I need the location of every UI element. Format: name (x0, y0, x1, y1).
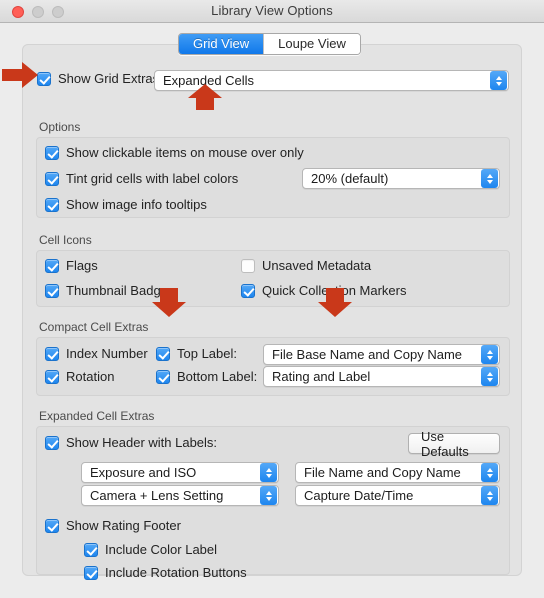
show-image-info-tooltips-label: Show image info tooltips (66, 197, 207, 212)
checkbox-box (84, 542, 98, 557)
options-panel: Show Grid Extras: Expanded Cells Options… (22, 44, 522, 580)
tab-grid-view[interactable]: Grid View (179, 34, 264, 54)
tab-loupe-view[interactable]: Loupe View (263, 34, 360, 54)
bottom-label-popup[interactable]: Rating and Label (263, 366, 500, 387)
show-clickable-items-checkbox[interactable]: Show clickable items on mouse over only (45, 145, 304, 160)
top-label-popup[interactable]: File Base Name and Copy Name (263, 344, 500, 365)
show-grid-extras-checkbox[interactable]: Show Grid Extras: (37, 71, 163, 86)
header-field-top-left-popup[interactable]: Exposure and ISO (81, 462, 279, 483)
flags-label: Flags (66, 258, 98, 273)
checkbox-box (45, 518, 59, 533)
dialog-body: Grid View Loupe View Show Grid Extras: E… (0, 23, 544, 598)
arrow-show-grid-extras-checkbox-icon (2, 62, 38, 88)
show-header-with-labels-checkbox[interactable]: Show Header with Labels: (45, 435, 217, 450)
use-defaults-button[interactable]: Use Defaults (408, 429, 500, 459)
header-field-bottom-right-value: Capture Date/Time (304, 488, 414, 503)
show-rating-footer-checkbox[interactable]: Show Rating Footer (45, 518, 181, 533)
window-title: Library View Options (211, 3, 333, 18)
checkbox-box (156, 346, 170, 361)
unsaved-metadata-label: Unsaved Metadata (262, 258, 372, 273)
options-group-label: Options (39, 120, 81, 134)
checkbox-box (241, 283, 255, 298)
arrow-grid-extras-popup-icon (188, 84, 222, 110)
checkbox-box (45, 171, 59, 186)
popup-stepper-icon (481, 486, 498, 505)
index-number-checkbox[interactable]: Index Number (45, 346, 148, 361)
tint-grid-cells-label: Tint grid cells with label colors (66, 171, 239, 186)
flags-checkbox[interactable]: Flags (45, 258, 98, 273)
tint-grid-cells-checkbox[interactable]: Tint grid cells with label colors (45, 171, 238, 186)
header-field-bottom-right-popup[interactable]: Capture Date/Time (295, 485, 500, 506)
index-number-label: Index Number (66, 346, 148, 361)
show-rating-footer-label: Show Rating Footer (66, 518, 181, 533)
show-grid-extras-label: Show Grid Extras: (58, 71, 163, 86)
library-view-options-window: Library View Options Grid View Loupe Vie… (0, 0, 544, 598)
header-field-top-left-value: Exposure and ISO (90, 465, 197, 480)
top-label-checkbox[interactable]: Top Label: (156, 346, 237, 361)
compact-cell-extras-group-label: Compact Cell Extras (39, 320, 149, 334)
popup-stepper-icon (260, 463, 277, 482)
header-field-bottom-left-popup[interactable]: Camera + Lens Setting (81, 485, 279, 506)
window-titlebar: Library View Options (0, 0, 544, 23)
checkbox-box (45, 346, 59, 361)
view-mode-segmented-control[interactable]: Grid View Loupe View (178, 33, 361, 55)
popup-stepper-icon (260, 486, 277, 505)
popup-stepper-icon (490, 71, 507, 90)
rotation-checkbox[interactable]: Rotation (45, 369, 114, 384)
checkbox-box (45, 435, 59, 450)
checkbox-box (45, 258, 59, 273)
cell-icons-group-label: Cell Icons (39, 233, 92, 247)
header-field-top-right-value: File Name and Copy Name (304, 465, 461, 480)
tint-amount-popup-value: 20% (default) (311, 171, 389, 186)
checkbox-box (37, 71, 51, 86)
tint-amount-popup[interactable]: 20% (default) (302, 168, 500, 189)
checkbox-box (84, 565, 98, 580)
checkbox-box (45, 283, 59, 298)
top-label-label: Top Label: (177, 346, 237, 361)
include-rotation-buttons-checkbox[interactable]: Include Rotation Buttons (84, 565, 247, 580)
popup-stepper-icon (481, 169, 498, 188)
include-rotation-buttons-label: Include Rotation Buttons (105, 565, 247, 580)
show-header-with-labels-label: Show Header with Labels: (66, 435, 218, 450)
top-label-popup-value: File Base Name and Copy Name (272, 347, 463, 362)
checkbox-box (45, 369, 59, 384)
show-clickable-items-label: Show clickable items on mouse over only (66, 145, 304, 160)
checkbox-box (156, 369, 170, 384)
popup-stepper-icon (481, 463, 498, 482)
checkbox-box (45, 145, 59, 160)
bottom-label-label: Bottom Label: (177, 369, 258, 384)
arrow-top-label-checkbox-icon (152, 288, 186, 317)
header-field-top-right-popup[interactable]: File Name and Copy Name (295, 462, 500, 483)
bottom-label-popup-value: Rating and Label (272, 369, 371, 384)
unsaved-metadata-checkbox[interactable]: Unsaved Metadata (241, 258, 371, 273)
checkbox-box (45, 197, 59, 212)
include-color-label-checkbox[interactable]: Include Color Label (84, 542, 217, 557)
use-defaults-label: Use Defaults (421, 428, 469, 459)
rotation-label: Rotation (66, 369, 115, 384)
include-color-label-label: Include Color Label (105, 542, 218, 557)
show-image-info-tooltips-checkbox[interactable]: Show image info tooltips (45, 197, 207, 212)
header-field-bottom-left-value: Camera + Lens Setting (90, 488, 224, 503)
popup-stepper-icon (481, 367, 498, 386)
bottom-label-checkbox[interactable]: Bottom Label: (156, 369, 257, 384)
arrow-top-label-popup-icon (318, 288, 352, 317)
checkbox-box (241, 258, 255, 273)
expanded-cell-extras-group-label: Expanded Cell Extras (39, 409, 155, 423)
popup-stepper-icon (481, 345, 498, 364)
